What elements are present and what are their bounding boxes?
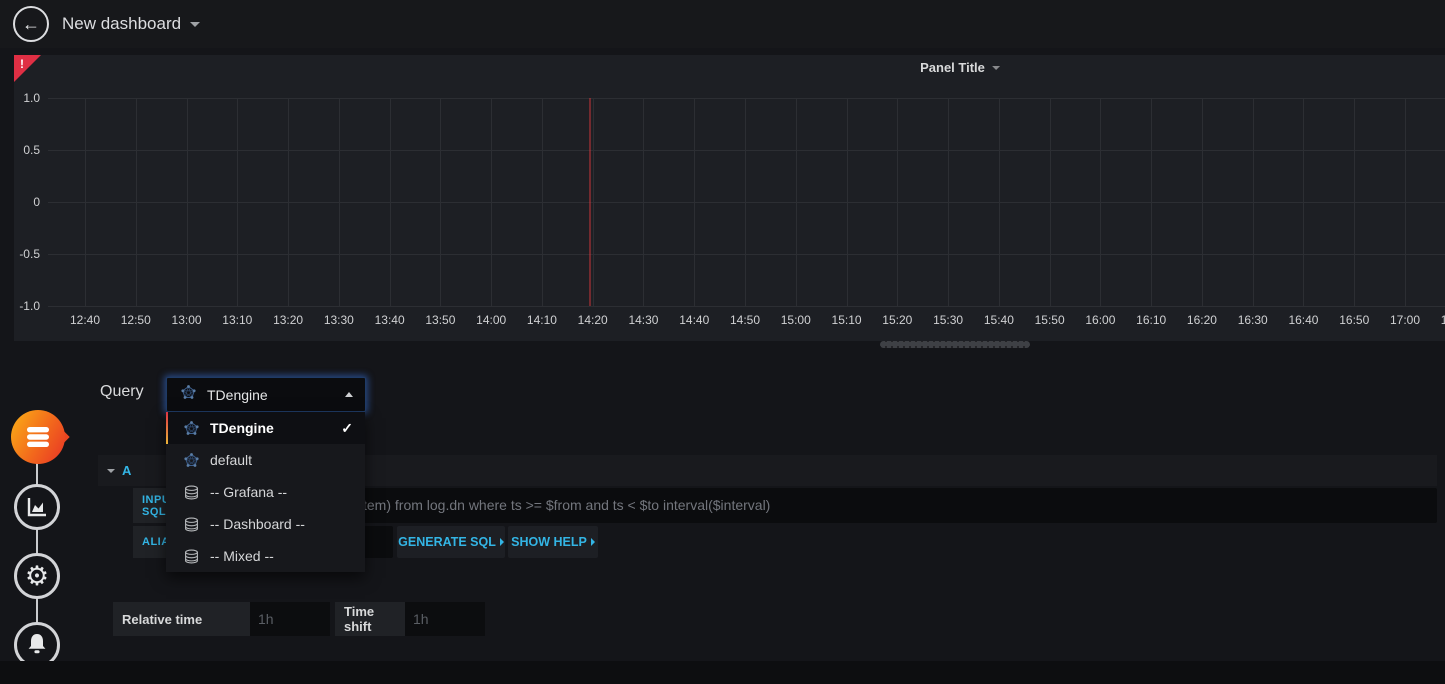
panel-resize-handle[interactable]	[880, 341, 1030, 348]
datasource-select-value: TDengine	[207, 387, 334, 403]
menu-item-mixed[interactable]: -- Mixed --	[166, 540, 365, 572]
y-tick-label: 0.5	[14, 143, 40, 157]
caret-right-icon	[591, 538, 595, 546]
x-tick-label: 12:50	[114, 313, 158, 327]
bottom-strip	[0, 661, 1445, 684]
x-tick-label: 15:10	[825, 313, 869, 327]
x-tick-label: 12:40	[63, 313, 107, 327]
panel-title: Panel Title	[920, 60, 985, 75]
x-tick-label: 13:20	[266, 313, 310, 327]
x-tick-label: 13:40	[368, 313, 412, 327]
datasource-select[interactable]: TDengine	[166, 377, 366, 412]
y-tick-label: 1.0	[14, 91, 40, 105]
datasource-dropdown-menu: TDengine ✓ default -- Grafana -- -- Dashboar…	[166, 412, 365, 572]
x-tick-label: 16:20	[1180, 313, 1224, 327]
caret-up-icon	[345, 392, 353, 397]
menu-item-label: -- Mixed --	[210, 548, 353, 564]
database-icon	[184, 485, 199, 500]
chart-icon	[25, 495, 49, 519]
y-tick-label: -0.5	[14, 247, 40, 261]
x-tick-label: 14:30	[621, 313, 665, 327]
chart-plot-area[interactable]	[48, 98, 1445, 306]
dashboard-title-dropdown[interactable]: New dashboard	[62, 0, 200, 48]
arrow-left-icon: ←	[22, 14, 40, 35]
graph-panel: ! Panel Title 12:40 12:50 13:00 13:10 13:20 1…	[14, 55, 1445, 341]
x-tick-label: 15:00	[774, 313, 818, 327]
x-tick-label: 15:50	[1028, 313, 1072, 327]
x-tick-label: 17:00	[1383, 313, 1427, 327]
menu-item-label: -- Grafana --	[210, 484, 353, 500]
relative-time-input[interactable]	[250, 602, 330, 636]
time-shift-input[interactable]	[405, 602, 485, 636]
top-navbar: ← New dashboard	[0, 0, 1445, 48]
checkmark-icon: ✓	[341, 420, 353, 437]
database-icon	[184, 549, 199, 564]
y-tick-label: 0	[14, 195, 40, 209]
x-tick-label: 16:50	[1332, 313, 1376, 327]
menu-item-default[interactable]: default	[166, 444, 365, 476]
x-tick-label: 16:00	[1078, 313, 1122, 327]
menu-item-dashboard[interactable]: -- Dashboard --	[166, 508, 365, 540]
sidebar-tab-queries[interactable]	[11, 410, 65, 464]
menu-item-tdengine[interactable]: TDengine ✓	[166, 412, 365, 444]
time-shift-label: Time shift	[335, 602, 405, 636]
x-tick-label: 16:40	[1281, 313, 1325, 327]
x-tick-label: 14:10	[520, 313, 564, 327]
sidebar-tab-general[interactable]: ⚙	[14, 553, 60, 599]
grafana-screen: ← New dashboard ! Panel Title 12:40 12:50…	[0, 0, 1445, 684]
x-tick-label: 14:20	[571, 313, 615, 327]
panel-title-menu[interactable]: Panel Title	[920, 60, 1000, 75]
dashboard-title: New dashboard	[62, 14, 181, 34]
y-gridline	[48, 306, 1445, 307]
menu-item-grafana[interactable]: -- Grafana --	[166, 476, 365, 508]
sidebar-tab-visualization[interactable]	[14, 484, 60, 530]
x-tick-label: 15:20	[875, 313, 919, 327]
relative-time-label: Relative time	[113, 602, 250, 636]
panel-error-corner[interactable]: !	[14, 55, 41, 82]
gear-icon: ⚙	[25, 563, 49, 590]
query-ref-letter: A	[122, 463, 131, 478]
tab-connector-line	[36, 437, 38, 645]
show-help-button[interactable]: SHOW HELP	[508, 526, 598, 558]
chevron-down-icon	[992, 66, 1000, 70]
sql-input-value: tem) from log.dn where ts >= $from and t…	[205, 488, 1437, 523]
x-tick-label: 13:10	[215, 313, 259, 327]
menu-item-label: TDengine	[210, 420, 330, 436]
x-tick-label: 14:50	[723, 313, 767, 327]
sql-input[interactable]: tem) from log.dn where ts >= $from and t…	[205, 488, 1437, 523]
x-tick-label: 13:30	[317, 313, 361, 327]
x-tick-label: 14:40	[672, 313, 716, 327]
bell-icon	[25, 632, 49, 658]
menu-item-label: default	[210, 452, 353, 468]
x-tick-label: 17:10	[1434, 313, 1445, 327]
back-button[interactable]: ←	[13, 6, 49, 42]
database-icon	[184, 517, 199, 532]
collapse-caret-icon	[107, 469, 115, 473]
x-tick-label: 15:40	[977, 313, 1021, 327]
caret-right-icon	[500, 538, 504, 546]
x-tick-label: 15:30	[926, 313, 970, 327]
x-tick-label: 16:30	[1231, 313, 1275, 327]
x-tick-label: 16:10	[1129, 313, 1173, 327]
x-tick-label: 13:50	[418, 313, 462, 327]
exclamation-icon: !	[20, 57, 24, 71]
x-tick-label: 13:00	[165, 313, 209, 327]
tdengine-icon	[184, 453, 199, 468]
tdengine-icon	[184, 421, 199, 436]
tdengine-icon	[181, 385, 196, 405]
menu-item-label: -- Dashboard --	[210, 516, 353, 532]
query-section-label: Query	[100, 383, 144, 401]
x-tick-label: 14:00	[469, 313, 513, 327]
generate-sql-button[interactable]: GENERATE SQL	[397, 526, 505, 558]
y-tick-label: -1.0	[14, 299, 40, 313]
database-icon	[24, 425, 52, 449]
chevron-down-icon	[190, 22, 200, 27]
